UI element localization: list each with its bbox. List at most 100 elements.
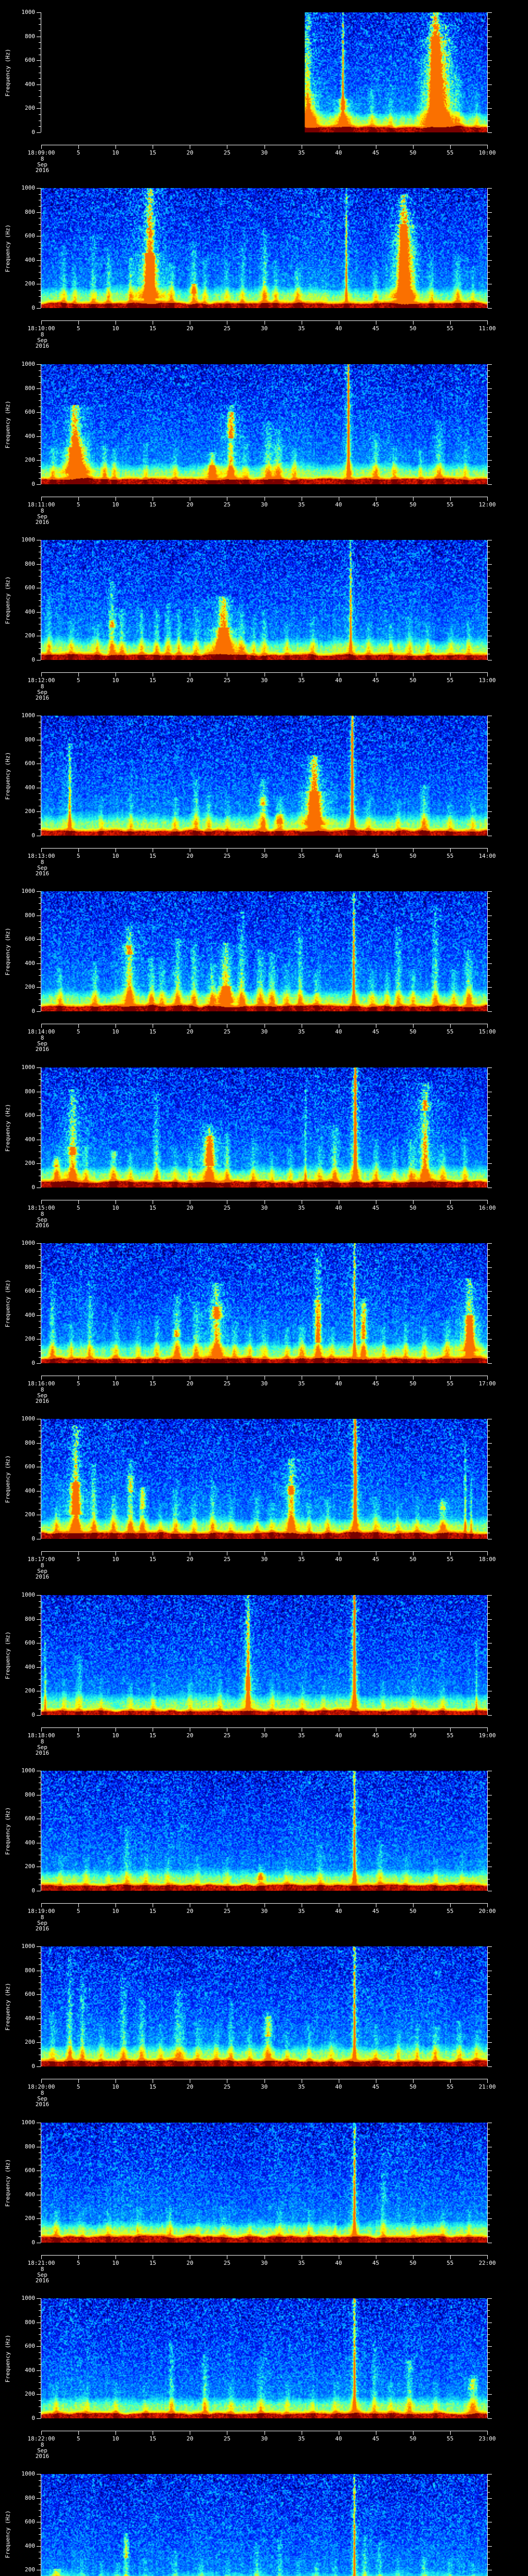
x-end-time-label: 10:00	[478, 149, 496, 156]
x-tick-label: 35	[298, 2435, 305, 2442]
x-tick	[78, 1728, 79, 1732]
x-tick-label: 55	[447, 2260, 454, 2266]
x-tick-label: 5	[76, 1908, 80, 1914]
x-tick	[487, 1376, 488, 1380]
y-axis-title-text: Frequency (Hz)	[4, 400, 11, 448]
x-tick-label: 45	[372, 1732, 380, 1739]
x-tick-label: 10	[112, 677, 119, 684]
y-minor-tick	[488, 248, 490, 249]
y-minor-tick	[39, 126, 41, 127]
y-tick-label: 600	[25, 232, 35, 239]
y-minor-tick	[39, 2364, 41, 2365]
x-tick-label: 15	[149, 2260, 156, 2266]
y-tick-label: 800	[25, 2143, 35, 2150]
y-tick	[488, 212, 492, 213]
x-tick-label: 10	[112, 1205, 119, 1211]
y-tick	[37, 484, 41, 485]
y-tick	[37, 364, 41, 365]
spectrogram-canvas	[41, 1946, 487, 2066]
y-minor-tick	[39, 1079, 41, 1080]
y-minor-tick	[488, 1637, 490, 1638]
x-start-time-label: 18:17:00	[27, 1556, 55, 1563]
y-minor-tick	[488, 2376, 490, 2377]
x-tick	[487, 2431, 488, 2435]
x-tick	[78, 145, 79, 149]
date-year-label: 2016	[35, 694, 50, 701]
y-tick	[37, 1994, 41, 1995]
y-minor-tick	[39, 1181, 41, 1182]
y-tick-label: 1000	[21, 9, 36, 15]
y-tick-label: 0	[31, 656, 35, 663]
x-end-time-label: 13:00	[478, 677, 496, 684]
x-tick	[413, 321, 414, 325]
y-minor-tick	[39, 829, 41, 830]
y-minor-tick	[39, 290, 41, 291]
x-tick-label: 30	[260, 325, 268, 332]
x-tick	[413, 497, 414, 501]
y-tick-label: 400	[25, 81, 35, 88]
y-minor-tick	[488, 1261, 490, 1262]
spectrogram-canvas	[41, 2474, 487, 2576]
x-tick	[487, 1728, 488, 1732]
x-tick-label: 15	[149, 501, 156, 508]
x-tick-label: 5	[76, 677, 80, 684]
x-tick-label: 55	[447, 1732, 454, 1739]
x-tick	[413, 2256, 414, 2259]
x-start-time-label: 18:20:00	[27, 2083, 55, 2090]
x-tick-label: 15	[149, 2435, 156, 2442]
y-tick-label: 200	[25, 2566, 35, 2573]
y-minor-tick	[39, 594, 41, 595]
x-tick	[413, 145, 414, 149]
y-tick-label: 400	[25, 1664, 35, 1670]
y-minor-tick	[39, 1461, 41, 1462]
x-tick-label: 45	[372, 149, 380, 156]
y-minor-tick	[39, 2012, 41, 2013]
y-minor-tick	[488, 921, 490, 922]
x-tick-label: 10	[112, 1556, 119, 1563]
y-minor-tick	[39, 1697, 41, 1698]
y-tick-label: 800	[25, 385, 35, 392]
y-minor-tick	[488, 2528, 490, 2529]
y-axis-title: Frequency (Hz)	[3, 540, 12, 660]
spectrogram-canvas	[41, 1419, 487, 1539]
y-tick	[37, 2546, 41, 2547]
y-axis-title-text: Frequency (Hz)	[4, 224, 11, 272]
y-minor-tick	[488, 546, 490, 547]
y-minor-tick	[488, 1479, 490, 1480]
y-tick	[37, 460, 41, 461]
y-tick-label: 800	[25, 33, 35, 40]
y-minor-tick	[488, 1679, 490, 1680]
y-tick	[37, 612, 41, 613]
x-tick	[78, 1904, 79, 1907]
spectrogram-panel: Frequency (Hz) 1000 800 600 400 200 0 5 10 15 20 25…	[0, 1583, 528, 1759]
y-minor-tick	[488, 90, 490, 91]
y-axis-title: Frequency (Hz)	[3, 891, 12, 1011]
y-minor-tick	[488, 418, 490, 419]
y-minor-tick	[39, 406, 41, 407]
y-minor-tick	[488, 1279, 490, 1280]
date-year-label: 2016	[35, 167, 50, 174]
y-axis-title: Frequency (Hz)	[3, 12, 12, 132]
y-tick	[37, 1291, 41, 1292]
x-tick-label: 50	[409, 1908, 417, 1914]
y-tick	[37, 2394, 41, 2395]
x-tick-label: 30	[260, 677, 268, 684]
y-minor-tick	[488, 945, 490, 946]
x-tick	[413, 1024, 414, 1028]
y-tick	[37, 1243, 41, 1244]
y-minor-tick	[39, 1509, 41, 1510]
y-minor-tick	[488, 993, 490, 994]
y-minor-tick	[488, 1649, 490, 1650]
date-year-label: 2016	[35, 2453, 50, 2460]
y-minor-tick	[488, 1309, 490, 1310]
y-minor-tick	[39, 648, 41, 649]
x-tick	[450, 1376, 451, 1380]
y-minor-tick	[488, 1601, 490, 1602]
x-tick-label: 15	[149, 325, 156, 332]
y-tick	[37, 388, 41, 389]
x-tick-label: 10	[112, 2435, 119, 2442]
x-tick-label: 25	[223, 677, 231, 684]
x-tick	[413, 849, 414, 852]
x-tick-label: 5	[76, 2435, 80, 2442]
x-end-time-label: 12:00	[478, 501, 496, 508]
